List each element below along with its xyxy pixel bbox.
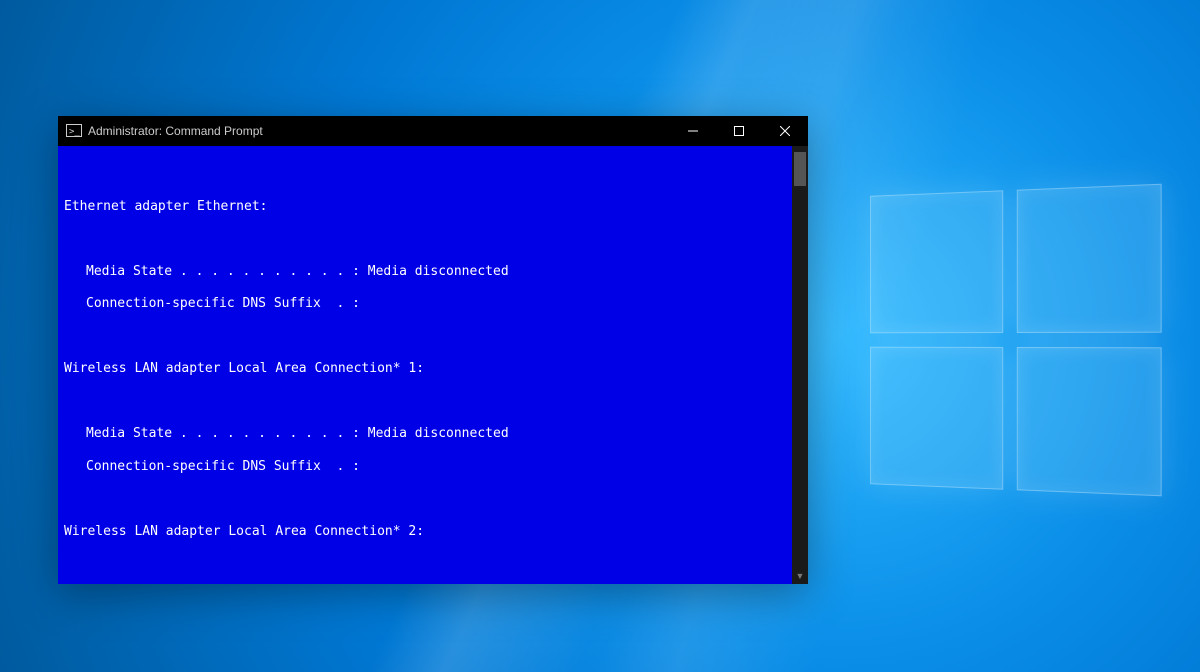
- titlebar[interactable]: >_ Administrator: Command Prompt: [58, 116, 808, 146]
- cmd-icon: >_: [66, 123, 82, 139]
- terminal-output[interactable]: Ethernet adapter Ethernet: Media State .…: [58, 146, 808, 584]
- output-line: Media State . . . . . . . . . . . : Medi…: [64, 426, 802, 442]
- scrollbar-thumb[interactable]: [794, 152, 806, 186]
- close-button[interactable]: [762, 116, 808, 146]
- windows-logo: [870, 184, 1162, 497]
- output-line: Connection-specific DNS Suffix . :: [64, 296, 802, 312]
- scroll-down-icon[interactable]: ▼: [792, 568, 808, 584]
- output-line: Connection-specific DNS Suffix . :: [64, 459, 802, 475]
- output-line: Media State . . . . . . . . . . . : Medi…: [64, 264, 802, 280]
- maximize-button[interactable]: [716, 116, 762, 146]
- scrollbar[interactable]: ▲ ▼: [792, 146, 808, 584]
- svg-text:>_: >_: [69, 127, 80, 137]
- minimize-button[interactable]: [670, 116, 716, 146]
- section-header: Ethernet adapter Ethernet:: [64, 199, 802, 215]
- window-title: Administrator: Command Prompt: [88, 124, 263, 138]
- command-prompt-window: >_ Administrator: Command Prompt Etherne…: [58, 116, 808, 584]
- section-header: Wireless LAN adapter Local Area Connecti…: [64, 361, 802, 377]
- section-header: Wireless LAN adapter Local Area Connecti…: [64, 524, 802, 540]
